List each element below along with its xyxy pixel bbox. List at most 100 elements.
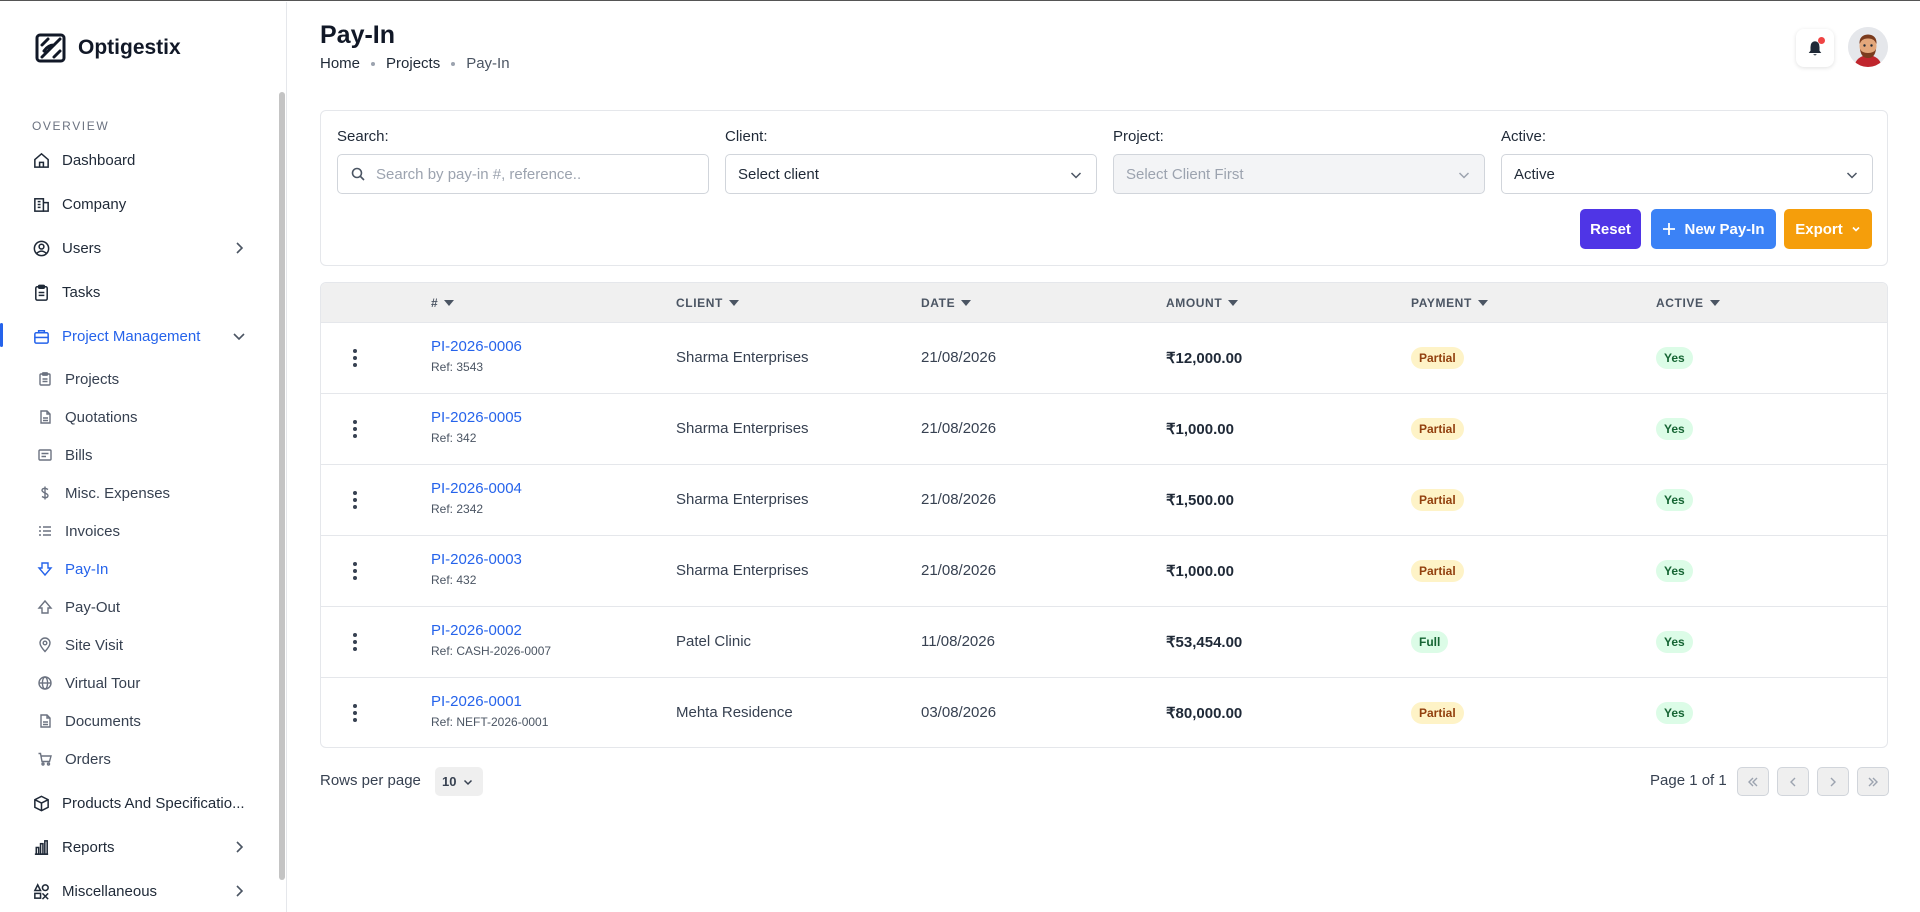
rows-per-page-select[interactable]: 10 [435, 767, 483, 796]
sidebar-subitem-orders[interactable]: Orders [37, 747, 111, 771]
pay-in-link[interactable]: PI-2026-0006 [431, 338, 522, 355]
breadcrumb-projects[interactable]: Projects [386, 55, 440, 72]
page-info: Page 1 of 1 [1650, 772, 1727, 789]
export-button[interactable]: Export [1784, 209, 1872, 249]
breadcrumb-home[interactable]: Home [320, 55, 360, 72]
sidebar-item-users[interactable]: Users [32, 234, 247, 262]
sidebar-subitem-pay-out[interactable]: Pay-Out [37, 595, 120, 619]
sidebar-subitem-label: Documents [65, 712, 141, 730]
sort-caret-icon [1477, 300, 1488, 306]
sort-caret-icon [444, 300, 455, 306]
table-row: PI-2026-0006 Ref: 3543 Sharma Enterprise… [321, 323, 1887, 394]
sidebar-item-label: Miscellaneous [62, 882, 158, 900]
pay-in-link[interactable]: PI-2026-0005 [431, 409, 522, 426]
sidebar-subitem-invoices[interactable]: Invoices [37, 519, 120, 543]
search-placeholder: Search by pay-in #, reference.. [376, 165, 582, 183]
sidebar-subitem-bills[interactable]: Bills [37, 443, 93, 467]
pay-in-link[interactable]: PI-2026-0002 [431, 622, 551, 639]
new-pay-in-button[interactable]: New Pay-In [1651, 209, 1776, 249]
sidebar-subitem-site-visit[interactable]: Site Visit [37, 633, 123, 657]
client-cell: Sharma Enterprises [676, 349, 809, 366]
date-cell: 21/08/2026 [921, 491, 997, 508]
table-row: PI-2026-0001 Ref: NEFT-2026-0001 Mehta R… [321, 678, 1887, 747]
column-header-active[interactable]: ACTIVE [1656, 296, 1720, 310]
sidebar-item-company[interactable]: Company [32, 190, 247, 218]
client-cell: Patel Clinic [676, 633, 752, 650]
filter-panel: Search: Search by pay-in #, reference.. … [320, 110, 1888, 266]
first-page-button[interactable] [1737, 767, 1769, 796]
chevron-right-icon [1830, 777, 1836, 786]
amount-cell: ₹1,000.00 [1166, 421, 1234, 438]
package-icon [34, 795, 49, 811]
row-actions-button[interactable] [349, 701, 361, 725]
sidebar-subitem-quotations[interactable]: Quotations [37, 405, 138, 429]
project-label: Project: [1113, 128, 1164, 145]
reset-button[interactable]: Reset [1580, 209, 1641, 249]
next-page-button[interactable] [1817, 767, 1849, 796]
sidebar-subitem-virtual-tour[interactable]: Virtual Tour [37, 671, 140, 695]
map-pin-icon [39, 637, 51, 653]
sort-caret-icon [961, 300, 972, 306]
pay-in-table: # CLIENT DATE AMOUNT PAYMENT ACTIVE PI-2… [320, 282, 1888, 748]
cart-icon [38, 752, 52, 766]
list-icon [39, 526, 51, 536]
globe-icon [38, 676, 52, 690]
building-icon [34, 197, 49, 212]
pay-in-id-cell: PI-2026-0001 Ref: NEFT-2026-0001 [431, 693, 548, 729]
row-actions-button[interactable] [349, 488, 361, 512]
column-header-client[interactable]: CLIENT [676, 296, 739, 310]
client-select[interactable]: Select client [725, 154, 1097, 194]
row-actions-button[interactable] [349, 630, 361, 654]
sidebar-subitem-misc-expenses[interactable]: Misc. Expenses [37, 481, 170, 505]
sidebar-subitem-documents[interactable]: Documents [37, 709, 141, 733]
table-header: # CLIENT DATE AMOUNT PAYMENT ACTIVE [321, 283, 1887, 323]
row-actions-button[interactable] [349, 346, 361, 370]
last-page-button[interactable] [1857, 767, 1889, 796]
active-select-value: Active [1514, 165, 1555, 183]
project-select[interactable]: Select Client First [1113, 154, 1485, 194]
plus-icon [1663, 223, 1676, 235]
active-badge: Yes [1656, 560, 1693, 582]
sidebar-item-dashboard[interactable]: Dashboard [32, 146, 247, 174]
row-actions-button[interactable] [349, 559, 361, 583]
chevron-down-icon [1458, 172, 1470, 179]
sidebar-item-project-management[interactable]: Project Management [32, 322, 247, 350]
rows-per-page-value: 10 [442, 774, 457, 789]
sidebar-subitem-projects[interactable]: Projects [37, 367, 119, 391]
active-badge: Yes [1656, 418, 1693, 440]
sidebar-item-label: Dashboard [62, 151, 136, 169]
notifications-button[interactable] [1796, 29, 1834, 67]
sidebar-scrollbar[interactable] [279, 92, 285, 880]
avatar[interactable] [1848, 27, 1888, 67]
pay-in-link[interactable]: PI-2026-0001 [431, 693, 548, 710]
sidebar-subitem-label: Invoices [65, 522, 121, 540]
new-pay-in-label: New Pay-In [1684, 220, 1765, 238]
sidebar-subitem-label: Pay-In [65, 560, 109, 578]
sidebar-item-miscellaneous[interactable]: Miscellaneous [32, 877, 247, 905]
column-header-amount[interactable]: AMOUNT [1166, 296, 1239, 310]
search-input[interactable]: Search by pay-in #, reference.. [337, 154, 709, 194]
previous-page-button[interactable] [1777, 767, 1809, 796]
payment-badge: Partial [1411, 418, 1464, 440]
column-header-id[interactable]: # [431, 296, 455, 310]
breadcrumb: Home Projects Pay-In [320, 55, 510, 72]
brand[interactable]: Optigestix [34, 31, 181, 65]
pay-in-link[interactable]: PI-2026-0003 [431, 551, 522, 568]
sidebar-subitem-label: Bills [65, 446, 93, 464]
chevron-down-icon [233, 333, 245, 341]
active-badge: Yes [1656, 702, 1693, 724]
sidebar-subitem-label: Site Visit [65, 636, 124, 654]
column-header-date[interactable]: DATE [921, 296, 972, 310]
clipboard-icon [35, 284, 48, 301]
column-header-payment[interactable]: PAYMENT [1411, 296, 1488, 310]
sidebar-subitem-pay-in[interactable]: Pay-In [37, 557, 108, 581]
sidebar-item-products[interactable]: Products And Specificatio... [32, 789, 247, 817]
chevron-right-icon [236, 242, 244, 254]
pay-in-ref: Ref: 342 [431, 431, 477, 445]
sidebar-item-tasks[interactable]: Tasks [32, 278, 247, 306]
pay-in-id-cell: PI-2026-0006 Ref: 3543 [431, 338, 522, 374]
active-select[interactable]: Active [1501, 154, 1873, 194]
sidebar-item-reports[interactable]: Reports [32, 833, 247, 861]
pay-in-link[interactable]: PI-2026-0004 [431, 480, 522, 497]
row-actions-button[interactable] [349, 417, 361, 441]
